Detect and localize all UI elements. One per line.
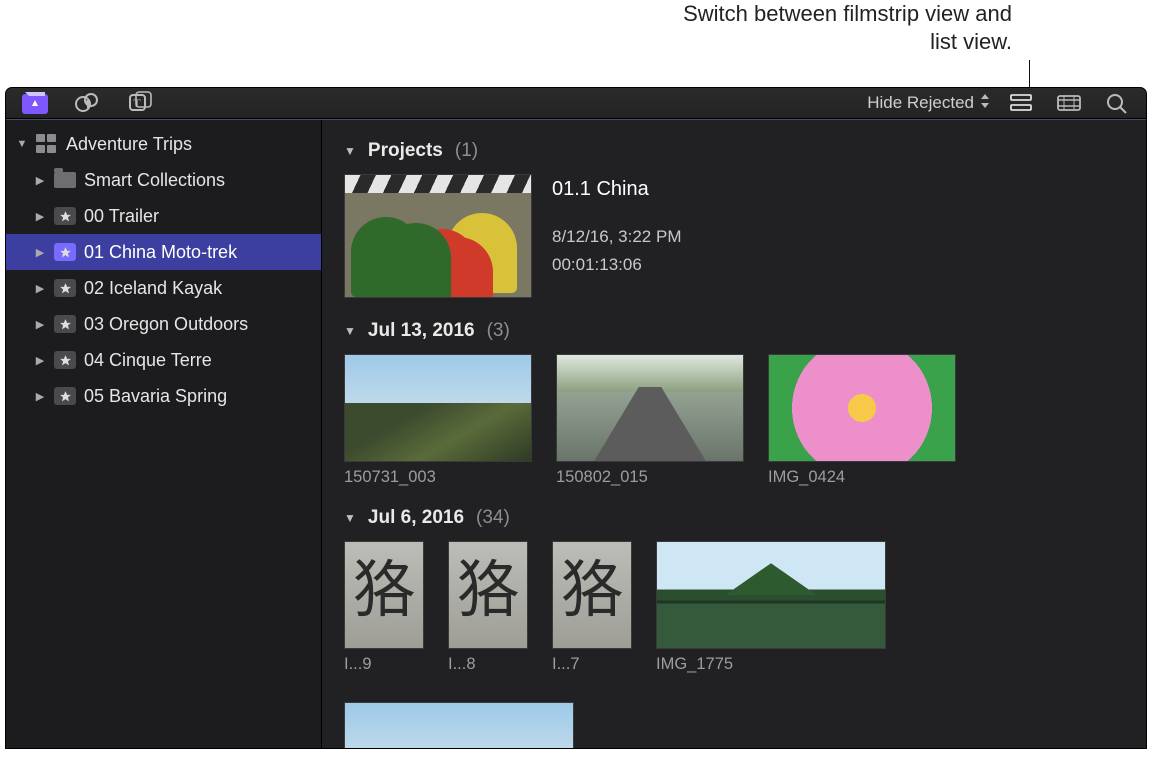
clip-grid: I...9 I...8 I...7 IMG_1775 IMG_1078 (344, 541, 1124, 748)
disclosure-triangle-icon[interactable]: ▶ (34, 174, 46, 187)
clapperboard-icon (345, 175, 531, 193)
clip-thumbnail[interactable] (448, 541, 528, 649)
event-star-icon (54, 315, 76, 333)
clip-label: I...7 (552, 655, 632, 674)
clip-item[interactable]: I...8 (448, 541, 528, 674)
clip-item[interactable]: IMG_1078 (344, 702, 574, 748)
clip-label: I...9 (344, 655, 424, 674)
clip-item[interactable]: I...7 (552, 541, 632, 674)
clip-item[interactable]: IMG_1775 (656, 541, 886, 674)
disclosure-triangle-icon[interactable]: ▶ (34, 282, 46, 295)
photos-audio-tab[interactable] (70, 88, 104, 118)
clip-grid: 150731_003 150802_015 IMG_0424 (344, 354, 1124, 487)
sidebar-item-label: 04 Cinque Terre (84, 350, 212, 371)
clip-thumbnail[interactable] (344, 354, 532, 462)
disclosure-triangle-icon[interactable]: ▶ (34, 318, 46, 331)
project-title: 01.1 China (552, 178, 681, 201)
clip-thumbnail[interactable] (344, 541, 424, 649)
clip-thumbnail[interactable] (656, 541, 886, 649)
folder-icon (54, 172, 76, 188)
disclosure-triangle-icon: ▼ (344, 511, 356, 525)
clip-appearance-button[interactable] (1052, 88, 1086, 118)
sidebar-item-label: 01 China Moto-trek (84, 242, 237, 263)
project-thumbnail[interactable] (344, 174, 532, 298)
clip-label: I...8 (448, 655, 528, 674)
search-button[interactable] (1100, 88, 1134, 118)
project-duration: 00:01:13:06 (552, 255, 681, 275)
svg-text:T: T (133, 96, 141, 110)
sidebar-item[interactable]: ▶ 02 Iceland Kayak (6, 270, 321, 306)
disclosure-triangle-icon[interactable]: ▼ (16, 138, 28, 150)
dropdown-arrows-icon (980, 93, 990, 113)
event-star-icon (54, 243, 76, 261)
clip-item[interactable]: 150802_015 (556, 354, 744, 487)
project-item[interactable]: 01.1 China 8/12/16, 3:22 PM 00:01:13:06 (344, 174, 1124, 298)
sidebar-item[interactable]: ▶ 04 Cinque Terre (6, 342, 321, 378)
sidebar-item[interactable]: ▶ 03 Oregon Outdoors (6, 306, 321, 342)
section-title: Jul 13, 2016 (368, 320, 475, 342)
disclosure-triangle-icon: ▼ (344, 144, 356, 158)
disclosure-triangle-icon[interactable]: ▶ (34, 246, 46, 259)
date-section-header[interactable]: ▼ Jul 13, 2016 (3) (344, 320, 1124, 342)
clip-label: IMG_1775 (656, 655, 886, 674)
toolbar: T Hide Rejected (6, 88, 1146, 119)
library-icon (36, 134, 58, 154)
disclosure-triangle-icon[interactable]: ▶ (34, 354, 46, 367)
view-toggle-button[interactable] (1004, 88, 1038, 118)
media-library-tab[interactable] (18, 88, 52, 118)
section-count: (1) (455, 140, 478, 162)
titles-generators-tab[interactable]: T (122, 88, 156, 118)
sidebar-item[interactable]: ▶ Smart Collections (6, 162, 321, 198)
browser-window: T Hide Rejected ▼ Adventure Trips (6, 88, 1146, 748)
section-title: Projects (368, 140, 443, 162)
event-star-icon (54, 279, 76, 297)
callout-text: Switch between filmstrip view and list v… (672, 0, 1012, 55)
clip-item[interactable]: 150731_003 (344, 354, 532, 487)
clip-browser: ▼ Projects (1) 01.1 China 8/12/16, 3:22 … (322, 120, 1146, 748)
clip-filter-label: Hide Rejected (867, 93, 974, 113)
sidebar-item-label: 00 Trailer (84, 206, 159, 227)
clip-filter-dropdown[interactable]: Hide Rejected (867, 93, 990, 113)
library-name: Adventure Trips (66, 134, 192, 155)
clip-label: 150731_003 (344, 468, 532, 487)
clip-item[interactable]: I...9 (344, 541, 424, 674)
project-date: 8/12/16, 3:22 PM (552, 227, 681, 247)
section-title: Jul 6, 2016 (368, 507, 464, 529)
disclosure-triangle-icon[interactable]: ▶ (34, 390, 46, 403)
sidebar-item-label: Smart Collections (84, 170, 225, 191)
sidebar-item[interactable]: ▶ 01 China Moto-trek (6, 234, 321, 270)
project-metadata: 01.1 China 8/12/16, 3:22 PM 00:01:13:06 (552, 174, 681, 298)
sidebar-item[interactable]: ▶ 05 Bavaria Spring (6, 378, 321, 414)
sidebar-item-label: 05 Bavaria Spring (84, 386, 227, 407)
event-star-icon (54, 207, 76, 225)
event-star-icon (54, 351, 76, 369)
sidebar-item-label: 02 Iceland Kayak (84, 278, 222, 299)
event-star-icon (54, 387, 76, 405)
clip-item[interactable]: IMG_0424 (768, 354, 956, 487)
sidebar-item-label: 03 Oregon Outdoors (84, 314, 248, 335)
sidebar-item[interactable]: ▶ 00 Trailer (6, 198, 321, 234)
clip-thumbnail[interactable] (552, 541, 632, 649)
clip-thumbnail[interactable] (556, 354, 744, 462)
libraries-sidebar: ▼ Adventure Trips ▶ Smart Collections ▶ 00 … (6, 120, 322, 748)
thumbnail-image (345, 193, 531, 297)
clip-thumbnail[interactable] (768, 354, 956, 462)
clip-thumbnail[interactable] (344, 702, 574, 748)
clip-label: 150802_015 (556, 468, 744, 487)
disclosure-triangle-icon: ▼ (344, 324, 356, 338)
clip-label: IMG_0424 (768, 468, 956, 487)
section-count: (34) (476, 507, 510, 529)
disclosure-triangle-icon[interactable]: ▶ (34, 210, 46, 223)
library-row[interactable]: ▼ Adventure Trips (6, 126, 321, 162)
projects-section-header[interactable]: ▼ Projects (1) (344, 140, 1124, 162)
date-section-header[interactable]: ▼ Jul 6, 2016 (34) (344, 507, 1124, 529)
section-count: (3) (487, 320, 510, 342)
